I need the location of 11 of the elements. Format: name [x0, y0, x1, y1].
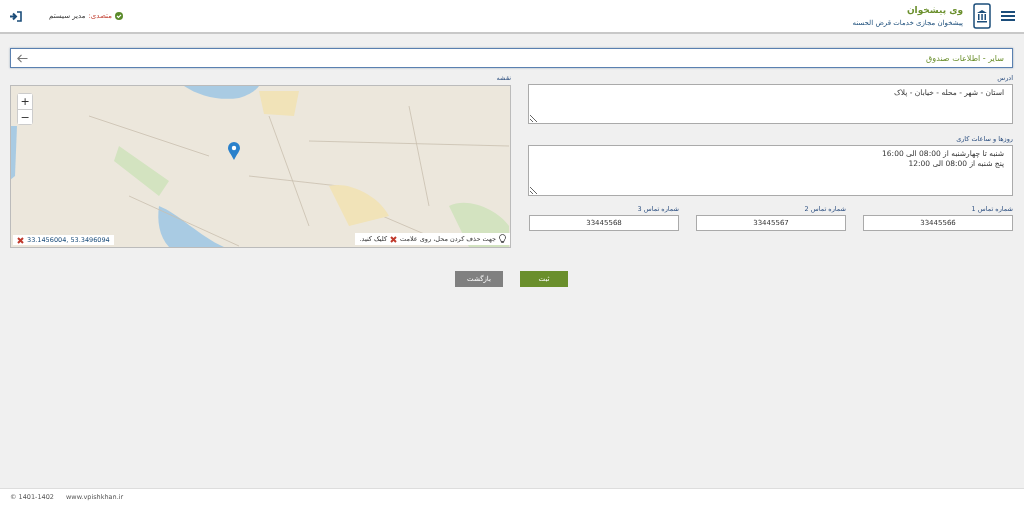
phone-bank-icon [973, 3, 991, 29]
menu-icon[interactable] [1001, 10, 1015, 22]
breadcrumb-text: سایر - اطلاعات صندوق [926, 53, 1004, 63]
map-pin-icon[interactable] [228, 142, 240, 160]
close-icon [390, 235, 398, 243]
zoom-out-button[interactable]: − [18, 109, 32, 124]
app-title: وی پیشخوان [905, 5, 963, 15]
lightbulb-icon [499, 234, 506, 244]
close-icon[interactable] [17, 236, 24, 244]
back-arrow-icon[interactable] [17, 53, 28, 63]
logout-icon[interactable] [10, 10, 22, 22]
